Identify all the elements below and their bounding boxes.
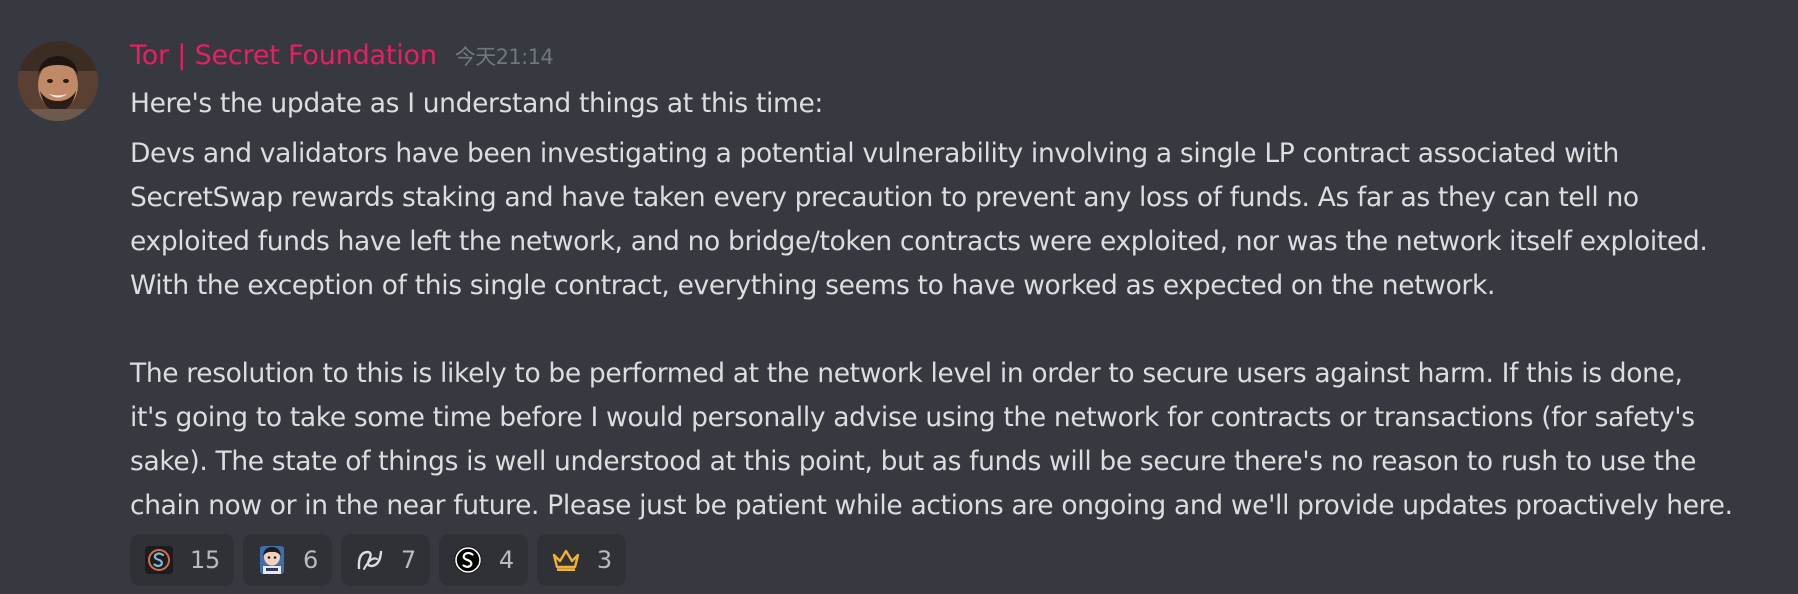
reaction-secret-logo-circle[interactable]: 4 [438,534,528,586]
reaction-secret-swirl[interactable]: 7 [340,534,430,586]
message-line: With the exception of this single contra… [130,270,1496,301]
avatar-photo-icon [18,41,98,121]
reaction-secret-logo-dark[interactable]: 15 [130,534,234,586]
message-line: it's going to take some time before I wo… [130,402,1695,433]
message-intro: Here's the update as I understand things… [130,88,823,119]
message-line: chain now or in the near future. Please … [130,490,1733,521]
author-avatar[interactable] [18,41,98,121]
message-line: sake). The state of things is well under… [130,446,1697,477]
message-line: SecretSwap rewards staking and have take… [130,182,1639,213]
author-name[interactable]: Tor | Secret Foundation [130,40,437,71]
chat-message: Tor | Secret Foundation 今天21:14 Here's t… [0,0,1798,594]
crown-icon [551,545,581,575]
reaction-count: 7 [400,546,416,574]
anime-avatar-icon [257,545,287,575]
secret-logo-circle-icon [453,545,483,575]
message-line: Devs and validators have been investigat… [130,138,1619,169]
reaction-crown[interactable]: 3 [536,534,626,586]
message-line: exploited funds have left the network, a… [130,226,1708,257]
reaction-count: 15 [190,546,220,574]
message-timestamp[interactable]: 今天21:14 [455,41,554,71]
secret-logo-dark-icon [144,545,174,575]
reaction-count: 4 [498,546,514,574]
message-header: Tor | Secret Foundation 今天21:14 [130,40,554,80]
reaction-anime-avatar[interactable]: 6 [242,534,332,586]
reaction-count: 6 [302,546,318,574]
secret-swirl-icon [355,545,385,575]
message-content: Here's the update as I understand things… [130,82,1770,528]
reactions-bar: 15 6 7 4 3 [130,534,626,586]
message-line: The resolution to this is likely to be p… [130,358,1683,389]
reaction-count: 3 [596,546,612,574]
